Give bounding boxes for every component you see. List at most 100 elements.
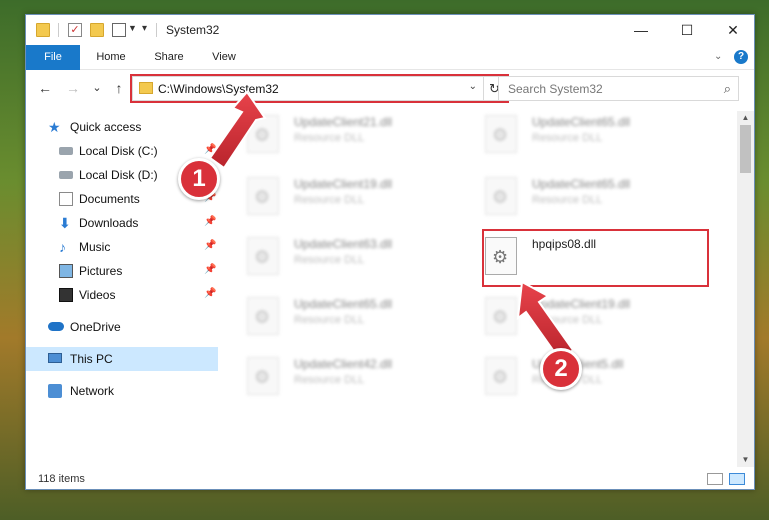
file-item[interactable]: ⚙ UpdateClient19.dll Resource DLL <box>219 173 439 223</box>
sidebar-item-onedrive[interactable]: OneDrive <box>26 315 218 339</box>
sidebar-item-label: Videos <box>79 288 116 302</box>
quick-access-down-icon[interactable]: ▾ <box>142 23 147 34</box>
scroll-down-arrow-icon[interactable]: ▼ <box>737 453 754 467</box>
sidebar-item-this-pc[interactable]: This PC <box>26 347 218 371</box>
gear-icon: ⚙ <box>254 187 271 207</box>
details-view-icon[interactable] <box>707 473 723 485</box>
close-button[interactable]: ✕ <box>710 15 754 45</box>
tab-share[interactable]: Share <box>144 45 194 70</box>
new-folder-icon[interactable] <box>90 23 104 37</box>
pictures-icon <box>59 264 73 278</box>
file-item[interactable]: ⚙ UpdateClient65.dll Resource DLL <box>219 293 439 343</box>
file-item[interactable]: ⚙ UpdateClient21.dll Resource DLL <box>219 111 439 161</box>
pin-icon[interactable]: 📌 <box>204 144 216 155</box>
navigation-bar: ← → ⌄ ↑ C:\Windows\System32 ⌄ ↻ Search S… <box>26 71 754 105</box>
file-type: Resource DLL <box>532 132 603 144</box>
window-title: System32 <box>166 23 220 37</box>
star-icon: ★ <box>48 119 61 135</box>
sidebar-item-label: Downloads <box>79 216 139 230</box>
customize-toolbar-chevron-icon[interactable]: ▼ <box>128 23 137 33</box>
pin-icon[interactable]: 📌 <box>204 288 216 299</box>
file-item[interactable]: ⚙ UpdateClient65.dll Resource DLL <box>457 111 677 161</box>
file-type: Resource DLL <box>294 374 365 386</box>
file-item[interactable]: ⚙ UpdateClient42.dll Resource DLL <box>219 353 439 403</box>
sidebar-item-quick-access[interactable]: ★ Quick access <box>26 115 218 139</box>
sidebar-item-downloads[interactable]: ⬇ Downloads 📌 <box>26 211 218 235</box>
sidebar-item-label: OneDrive <box>70 320 121 334</box>
tab-file[interactable]: File <box>26 45 80 70</box>
gear-icon: ⚙ <box>492 187 509 207</box>
gear-icon: ⚙ <box>254 307 271 327</box>
pin-icon[interactable]: 📌 <box>204 216 216 227</box>
computer-icon <box>48 353 62 363</box>
drive-icon <box>59 147 73 155</box>
item-count: 118 items <box>38 473 85 485</box>
sidebar-item-label: Pictures <box>79 264 123 278</box>
file-type: Resource DLL <box>532 194 603 206</box>
sidebar-item-label: Network <box>70 384 115 398</box>
file-type: Resource DLL <box>294 254 365 266</box>
properties-icon[interactable] <box>112 23 126 37</box>
gear-icon: ⚙ <box>492 367 509 387</box>
file-item[interactable]: ⚙ UpdateClient63.dll Resource DLL <box>219 233 439 283</box>
back-button[interactable]: ← <box>36 79 54 97</box>
up-button[interactable]: ↑ <box>110 79 128 97</box>
download-icon: ⬇ <box>59 215 71 231</box>
file-name: UpdateClient21.dll <box>294 115 393 129</box>
sidebar-item-network[interactable]: Network <box>26 379 218 403</box>
file-name: UpdateClient65.dll <box>532 177 631 191</box>
gear-icon: ⚙ <box>492 125 509 145</box>
search-placeholder[interactable]: Search System32 <box>508 82 603 96</box>
properties-check-icon[interactable]: ✓ <box>68 23 82 37</box>
expand-ribbon-chevron-icon[interactable]: ⌄ <box>714 51 722 62</box>
gear-icon: ⚙ <box>254 367 271 387</box>
maximize-button[interactable]: ☐ <box>664 15 710 45</box>
separator <box>156 23 157 37</box>
scroll-up-arrow-icon[interactable]: ▲ <box>737 111 754 125</box>
cloud-icon <box>48 322 64 331</box>
music-icon: ♪ <box>59 239 66 255</box>
videos-icon <box>59 288 73 302</box>
vertical-scrollbar[interactable]: ▲ ▼ <box>737 111 754 467</box>
tab-view[interactable]: View <box>202 45 246 70</box>
sidebar-item-label: This PC <box>70 352 113 366</box>
large-icons-view-icon[interactable] <box>729 473 745 485</box>
search-box[interactable]: Search System32 ⌕ <box>498 76 739 101</box>
forward-button[interactable]: → <box>64 79 82 97</box>
file-type: Resource DLL <box>294 194 365 206</box>
file-highlight-box <box>482 229 709 287</box>
sidebar-item-label: Local Disk (C:) <box>79 144 158 158</box>
title-bar: ✓ ▼ ▾ System32 — ☐ ✕ <box>26 15 754 45</box>
step-badge-2: 2 <box>540 348 582 390</box>
file-view: ⚙ UpdateClient21.dll Resource DLL ⚙ Upda… <box>219 111 737 461</box>
drive-icon <box>59 171 73 179</box>
pin-icon[interactable]: 📌 <box>204 264 216 275</box>
file-type: Resource DLL <box>294 132 365 144</box>
file-item[interactable]: ⚙ UpdateClient19.dll Resource DLL <box>457 293 677 343</box>
sidebar-item-pictures[interactable]: Pictures 📌 <box>26 259 218 283</box>
minimize-button[interactable]: — <box>618 15 664 45</box>
help-icon[interactable]: ? <box>734 50 748 64</box>
sidebar-item-videos[interactable]: Videos 📌 <box>26 283 218 307</box>
gear-icon: ⚙ <box>254 125 271 145</box>
network-icon <box>48 384 62 398</box>
sidebar-item-label: Local Disk (D:) <box>79 168 158 182</box>
sidebar-item-music[interactable]: ♪ Music 📌 <box>26 235 218 259</box>
file-name: UpdateClient42.dll <box>294 357 393 371</box>
sidebar-item-label: Music <box>79 240 111 254</box>
documents-icon <box>59 192 73 206</box>
pin-icon[interactable]: 📌 <box>204 240 216 251</box>
tab-home[interactable]: Home <box>86 45 136 70</box>
step-badge-1: 1 <box>178 158 220 200</box>
file-item[interactable]: ⚙ UpdateClient65.dll Resource DLL <box>457 173 677 223</box>
file-explorer-window: ✓ ▼ ▾ System32 — ☐ ✕ File Home Share Vie… <box>25 14 755 490</box>
gear-icon: ⚙ <box>492 307 509 327</box>
sidebar-item-label: Documents <box>79 192 140 206</box>
file-type: Resource DLL <box>532 314 603 326</box>
file-name: UpdateClient63.dll <box>294 237 393 251</box>
recent-locations-chevron-icon[interactable]: ⌄ <box>88 79 106 97</box>
scroll-thumb[interactable] <box>740 125 751 173</box>
search-icon[interactable]: ⌕ <box>724 81 731 97</box>
file-type: Resource DLL <box>294 314 365 326</box>
sidebar-item-label: Quick access <box>70 120 142 134</box>
